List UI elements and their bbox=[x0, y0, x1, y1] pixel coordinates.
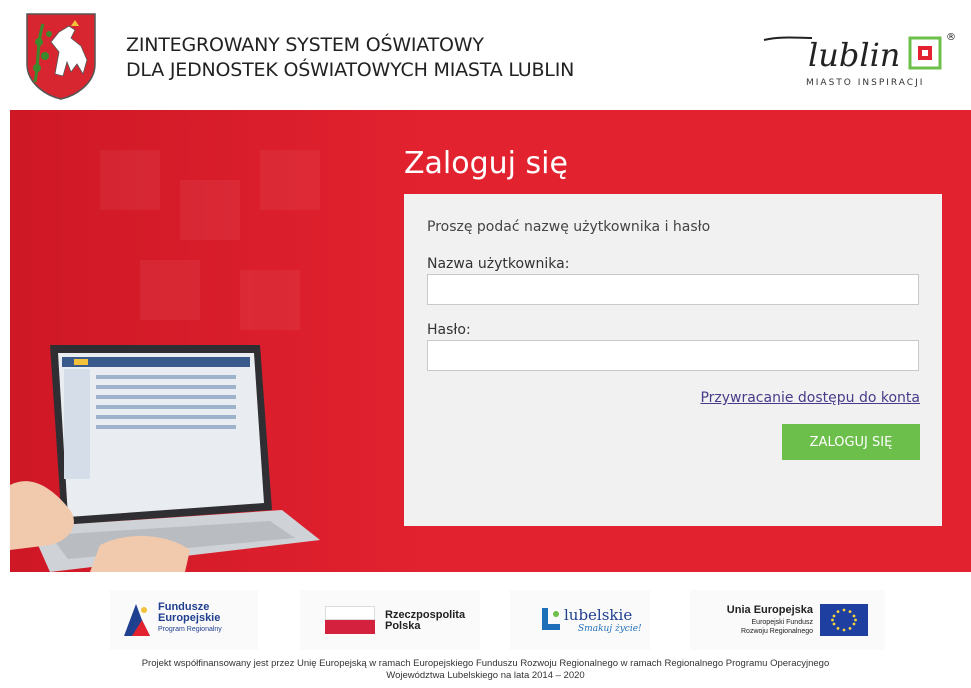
ue-line2: Europejski Fundusz bbox=[751, 619, 813, 626]
password-input[interactable] bbox=[427, 340, 919, 371]
ue-line1: Unia Europejska bbox=[726, 604, 813, 616]
ue-line3: Rozwoju Regionalnego bbox=[741, 628, 813, 635]
system-title-line1: ZINTEGROWANY SYSTEM OŚWIATOWY bbox=[126, 34, 484, 56]
system-title: ZINTEGROWANY SYSTEM OŚWIATOWY DLA JEDNOS… bbox=[126, 33, 574, 83]
lubelskie-icon bbox=[542, 608, 560, 630]
lubelskie-logo: lubelskie Smakuj życie! bbox=[510, 590, 650, 650]
page-header: ZINTEGROWANY SYSTEM OŚWIATOWY DLA JEDNOS… bbox=[0, 0, 971, 110]
fe-line2: Europejskie bbox=[158, 612, 221, 624]
login-instruction: Proszę podać nazwę użytkownika i hasło bbox=[427, 219, 711, 235]
login-submit-button[interactable]: ZALOGUJ SIĘ bbox=[782, 424, 920, 460]
lublin-logo-emblem-icon bbox=[908, 36, 942, 70]
system-title-line2: DLA JEDNOSTEK OŚWIATOWYCH MIASTA LUBLIN bbox=[126, 59, 575, 81]
password-label: Hasło: bbox=[427, 322, 471, 338]
eu-flag-icon bbox=[820, 604, 868, 636]
username-input[interactable] bbox=[427, 274, 919, 305]
funding-logos: Fundusze Europejskie Program Regionalny … bbox=[0, 590, 971, 650]
login-title: Zaloguj się bbox=[404, 146, 568, 181]
login-form-panel: Proszę podać nazwę użytkownika i hasło N… bbox=[404, 194, 942, 526]
rzeczpospolita-polska-logo: Rzeczpospolita Polska bbox=[300, 590, 480, 650]
laptop-illustration bbox=[10, 345, 320, 572]
lub-line2: Smakuj życie! bbox=[578, 624, 642, 634]
polish-flag-red bbox=[325, 620, 375, 634]
rp-line2: Polska bbox=[385, 620, 421, 632]
funding-note-line1: Projekt współfinansowany jest przez Unię… bbox=[141, 658, 830, 669]
username-label: Nazwa użytkownika: bbox=[427, 256, 570, 272]
fundusze-europejskie-icon bbox=[124, 604, 150, 636]
lub-line1: lubelskie bbox=[564, 606, 633, 624]
recover-account-link[interactable]: Przywracanie dostępu do konta bbox=[700, 390, 920, 406]
login-hero-banner: Zaloguj się Proszę podać nazwę użytkowni… bbox=[10, 110, 971, 572]
lublin-logo-wordmark: lublin bbox=[808, 36, 900, 74]
fe-line3: Program Regionalny bbox=[158, 626, 222, 633]
unia-europejska-logo: Unia Europejska Europejski Fundusz Rozwo… bbox=[690, 590, 885, 650]
registered-mark: ® bbox=[946, 32, 956, 43]
fundusze-europejskie-logo: Fundusze Europejskie Program Regionalny bbox=[110, 590, 258, 650]
funding-note: Projekt współfinansowany jest przez Unię… bbox=[0, 658, 971, 682]
lublin-logo-tagline: MIASTO INSPIRACJI bbox=[806, 78, 925, 88]
funding-note-line2: Województwa Lubelskiego na lata 2014 – 2… bbox=[386, 670, 585, 681]
polish-flag-white bbox=[325, 606, 375, 620]
lublin-coat-of-arms-icon bbox=[26, 13, 96, 100]
